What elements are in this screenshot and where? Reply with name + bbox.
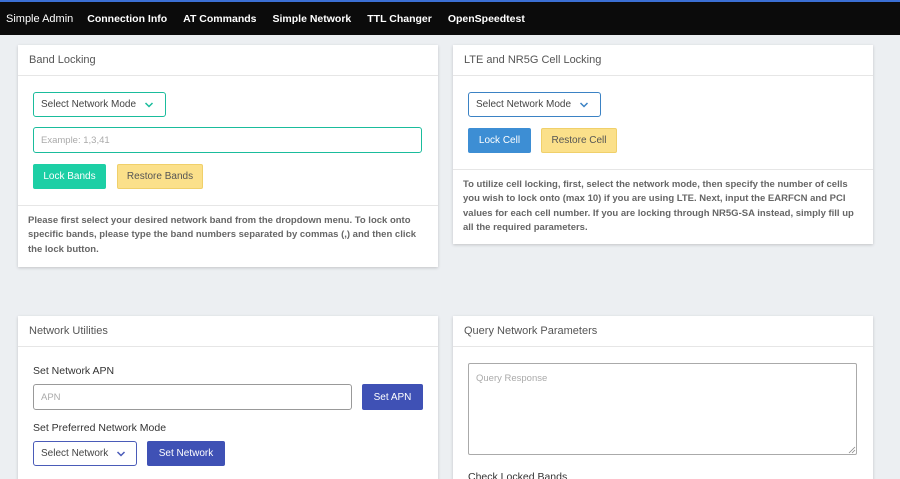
query-parameters-card: Query Network Parameters Check Locked Ba… — [453, 316, 873, 479]
network-utilities-card: Network Utilities Set Network APN Set AP… — [18, 316, 438, 479]
band-numbers-input[interactable] — [33, 127, 422, 153]
nav-simple-network[interactable]: Simple Network — [272, 13, 351, 25]
preferred-network-select[interactable]: Select Network — [33, 441, 137, 466]
nav-connection-info[interactable]: Connection Info — [87, 13, 167, 25]
brand-link[interactable]: Simple Admin — [6, 13, 73, 25]
restore-bands-button[interactable]: Restore Bands — [117, 164, 203, 189]
set-apn-button[interactable]: Set APN — [362, 384, 423, 410]
preferred-mode-label: Set Preferred Network Mode — [33, 422, 167, 434]
resize-handle-icon[interactable] — [848, 446, 856, 454]
apn-label: Set Network APN — [33, 365, 115, 377]
band-locking-card: Band Locking Select Network Mode Lock Ba… — [18, 45, 438, 267]
chevron-down-icon — [580, 101, 589, 108]
cell-locking-card: LTE and NR5G Cell Locking Select Network… — [453, 45, 873, 244]
cell-network-mode-select[interactable]: Select Network Mode — [468, 92, 601, 117]
nav-at-commands[interactable]: AT Commands — [183, 13, 256, 25]
query-response-textarea[interactable] — [468, 363, 857, 455]
restore-cell-button[interactable]: Restore Cell — [541, 128, 617, 153]
set-network-button[interactable]: Set Network — [147, 441, 225, 466]
cell-locking-help-text: To utilize cell locking, first, select t… — [453, 169, 873, 244]
cell-network-mode-label: Select Network Mode — [476, 99, 572, 110]
band-network-mode-select[interactable]: Select Network Mode — [33, 92, 166, 117]
query-parameters-title: Query Network Parameters — [453, 316, 873, 347]
top-navbar: Simple Admin Connection Info AT Commands… — [0, 0, 900, 35]
apn-input[interactable] — [33, 384, 352, 410]
nav-ttl-changer[interactable]: TTL Changer — [367, 13, 432, 25]
lock-cell-button[interactable]: Lock Cell — [468, 128, 531, 153]
check-locked-bands-label: Check Locked Bands — [468, 471, 568, 479]
nav-openspeedtest[interactable]: OpenSpeedtest — [448, 13, 525, 25]
chevron-down-icon — [117, 450, 126, 457]
network-utilities-title: Network Utilities — [18, 316, 438, 347]
cell-locking-title: LTE and NR5G Cell Locking — [453, 45, 873, 76]
chevron-down-icon — [145, 101, 154, 108]
band-locking-title: Band Locking — [18, 45, 438, 76]
lock-bands-button[interactable]: Lock Bands — [33, 164, 106, 189]
band-network-mode-label: Select Network Mode — [41, 99, 137, 110]
band-locking-help-text: Please first select your desired network… — [18, 205, 438, 267]
preferred-network-select-label: Select Network — [41, 448, 109, 459]
